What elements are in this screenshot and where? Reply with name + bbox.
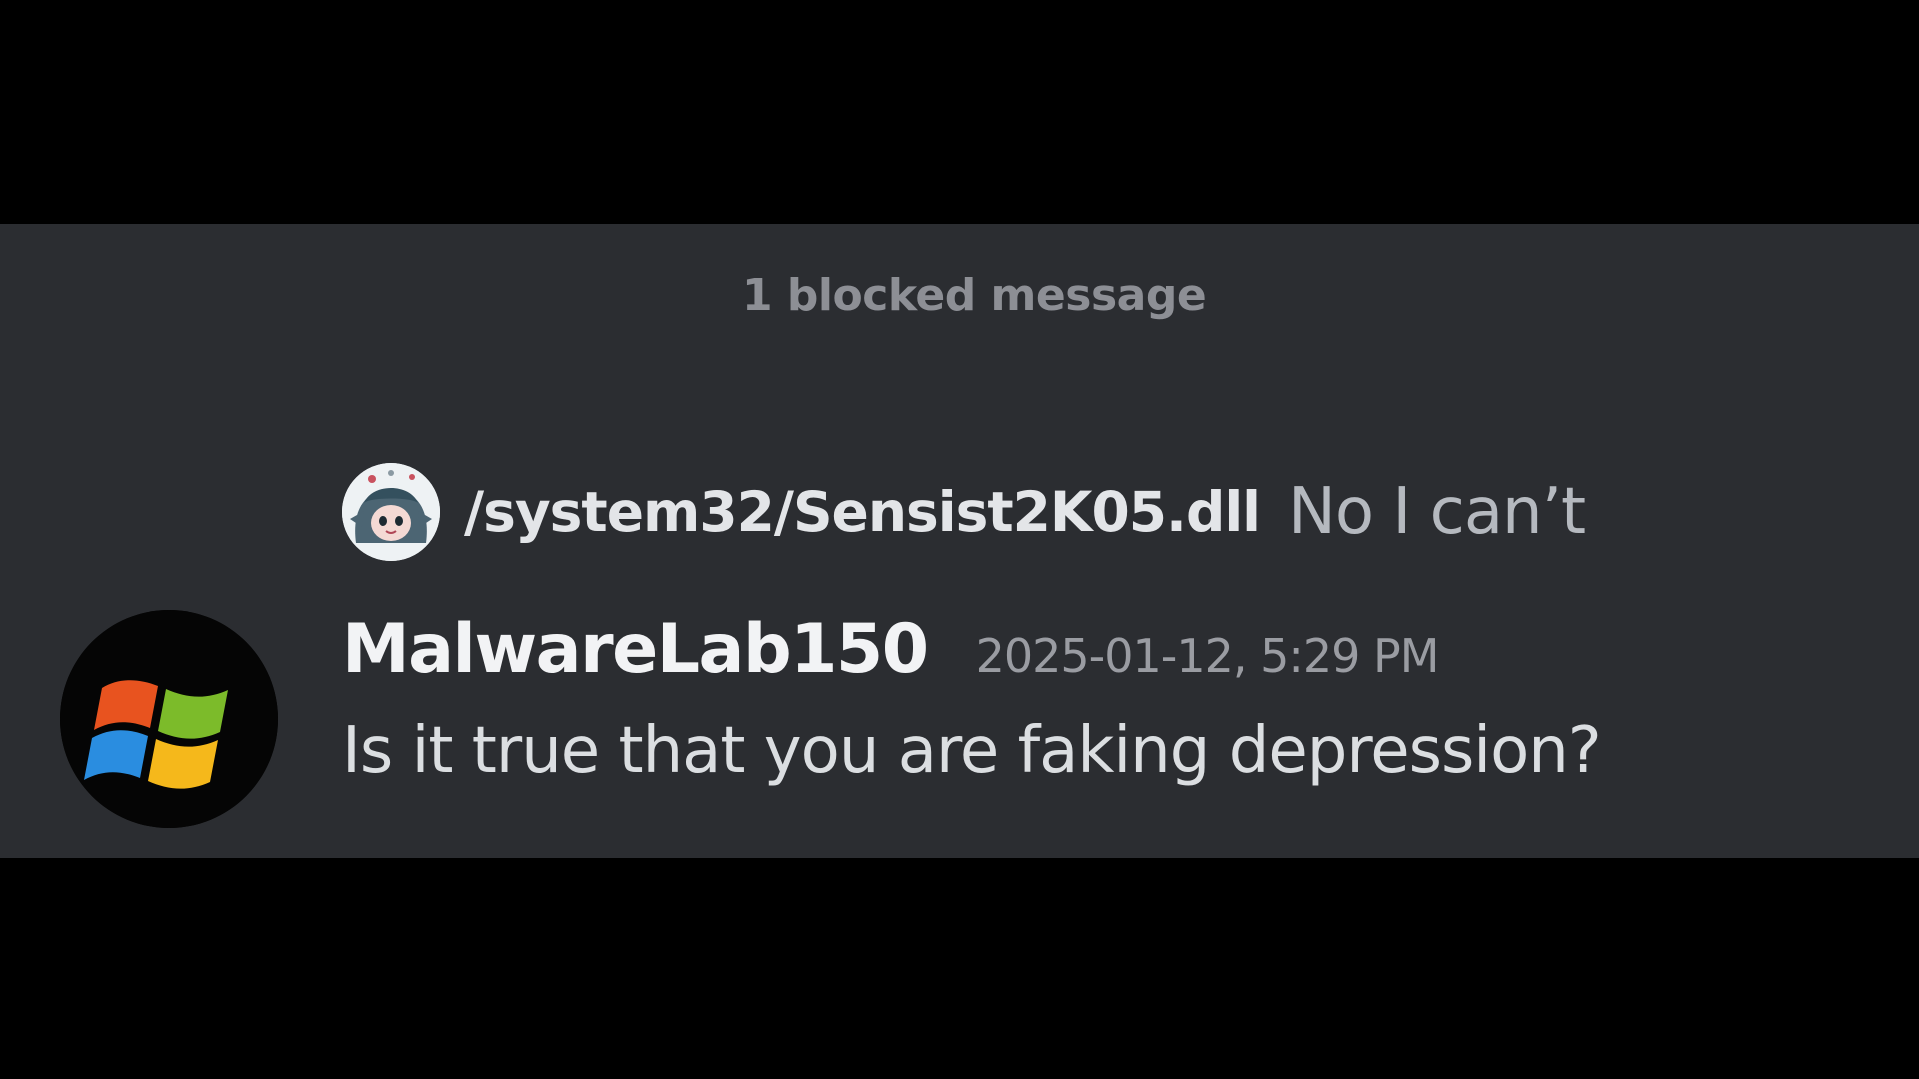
- reply-avatar[interactable]: [342, 463, 440, 561]
- blocked-messages-toggle[interactable]: 1 blocked message: [742, 270, 1207, 321]
- message-content: Is it true that you are faking depressio…: [342, 714, 1602, 788]
- author-avatar[interactable]: [60, 610, 278, 828]
- message-timestamp: 2025-01-12, 5:29 PM: [975, 629, 1440, 683]
- windows-logo-icon: [60, 610, 278, 828]
- anime-character-avatar-icon: [342, 463, 440, 561]
- reply-message-preview[interactable]: No I can’t: [1288, 475, 1586, 549]
- reply-reference[interactable]: /system32/Sensist2K05.dll No I can’t: [342, 462, 1586, 562]
- author-username[interactable]: MalwareLab150: [342, 610, 929, 689]
- reply-username[interactable]: /system32/Sensist2K05.dll: [464, 480, 1261, 544]
- message-header: MalwareLab150 2025-01-12, 5:29 PM: [342, 610, 1440, 689]
